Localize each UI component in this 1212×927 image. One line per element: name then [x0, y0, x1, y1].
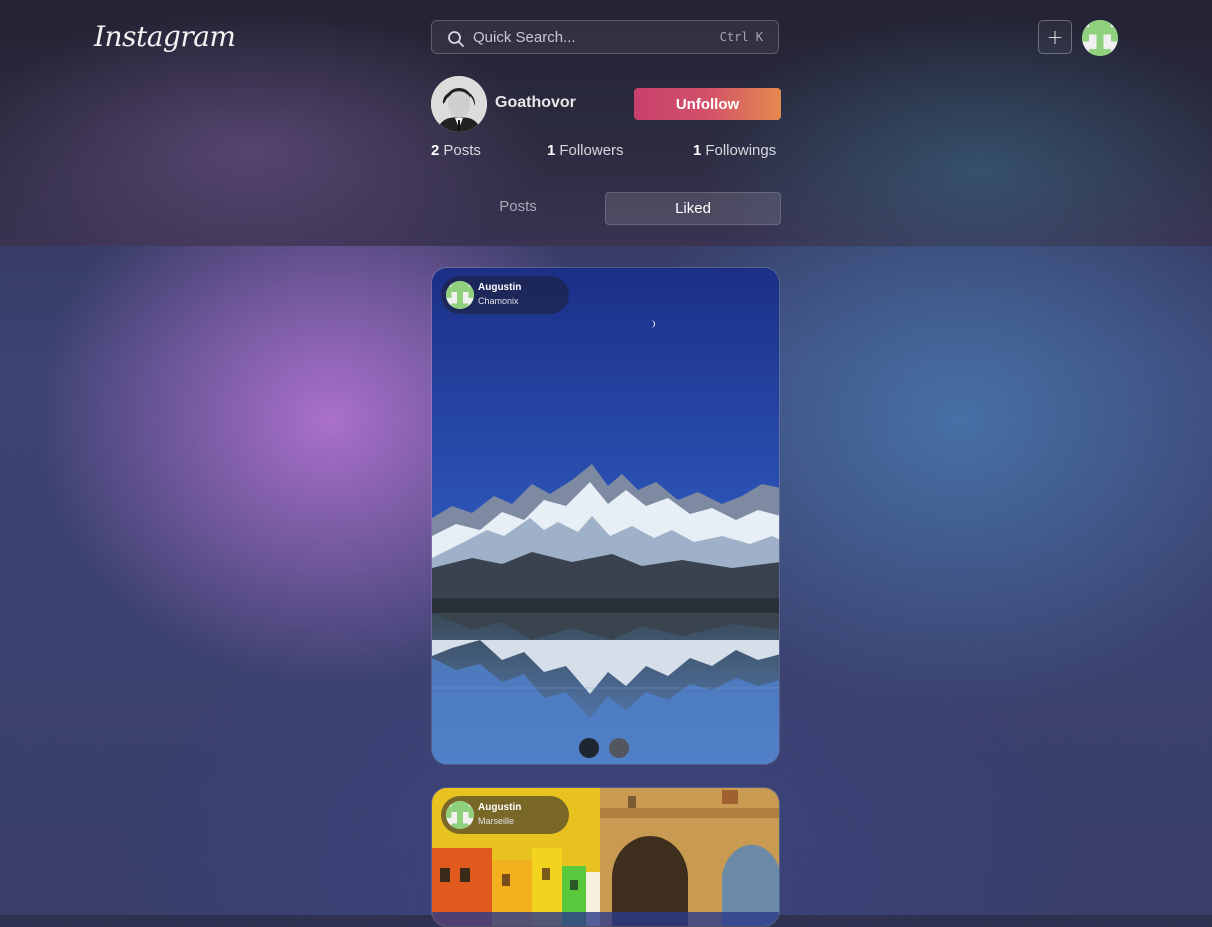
post-card[interactable]: Augustin Marseille [431, 787, 780, 927]
stat-posts-label: Posts [443, 142, 481, 159]
carousel-indicators [579, 738, 639, 762]
carousel-dot-1[interactable] [579, 738, 599, 758]
current-user-avatar[interactable] [1082, 20, 1118, 56]
search-icon [448, 31, 464, 47]
post-author-chip[interactable]: Augustin Chamonix [441, 276, 569, 314]
post-author-chip[interactable]: Augustin Marseille [441, 796, 569, 834]
search-shortcut-hint: Ctrl K [719, 30, 763, 44]
post-author-name: Augustin [478, 802, 522, 813]
profile-tabs: Posts Liked [431, 192, 781, 226]
post-image-mountains [432, 268, 779, 764]
post-card[interactable]: Augustin Chamonix [431, 267, 780, 765]
stat-followers-count: 1 [547, 142, 556, 159]
stat-posts-count: 2 [431, 142, 440, 159]
quick-search-input[interactable]: Quick Search... Ctrl K [431, 20, 779, 54]
stat-followings-label: Followings [705, 142, 777, 159]
stat-posts[interactable]: 2 Posts [431, 142, 481, 159]
search-placeholder: Quick Search... [473, 29, 576, 46]
stat-followers[interactable]: 1 Followers [547, 142, 624, 159]
post-author-name: Augustin [478, 282, 522, 293]
tab-posts[interactable]: Posts [431, 190, 605, 223]
author-avatar [446, 281, 474, 309]
stat-followings[interactable]: 1 Followings [693, 142, 776, 159]
stat-followers-label: Followers [559, 142, 624, 159]
profile-avatar [431, 76, 487, 132]
post-location: Marseille [478, 816, 515, 826]
instagram-logo[interactable]: Instagram [94, 20, 236, 53]
create-post-button[interactable]: + [1038, 20, 1072, 54]
author-avatar [446, 801, 474, 829]
plus-icon: + [1046, 25, 1064, 49]
carousel-dot-2[interactable] [609, 738, 629, 758]
unfollow-button[interactable]: Unfollow [634, 88, 781, 120]
stat-followings-count: 1 [693, 142, 702, 159]
post-location: Chamonix [478, 296, 519, 306]
tab-liked[interactable]: Liked [605, 192, 781, 225]
profile-username[interactable]: Goathovor [495, 94, 576, 112]
moon-shape [651, 320, 655, 328]
